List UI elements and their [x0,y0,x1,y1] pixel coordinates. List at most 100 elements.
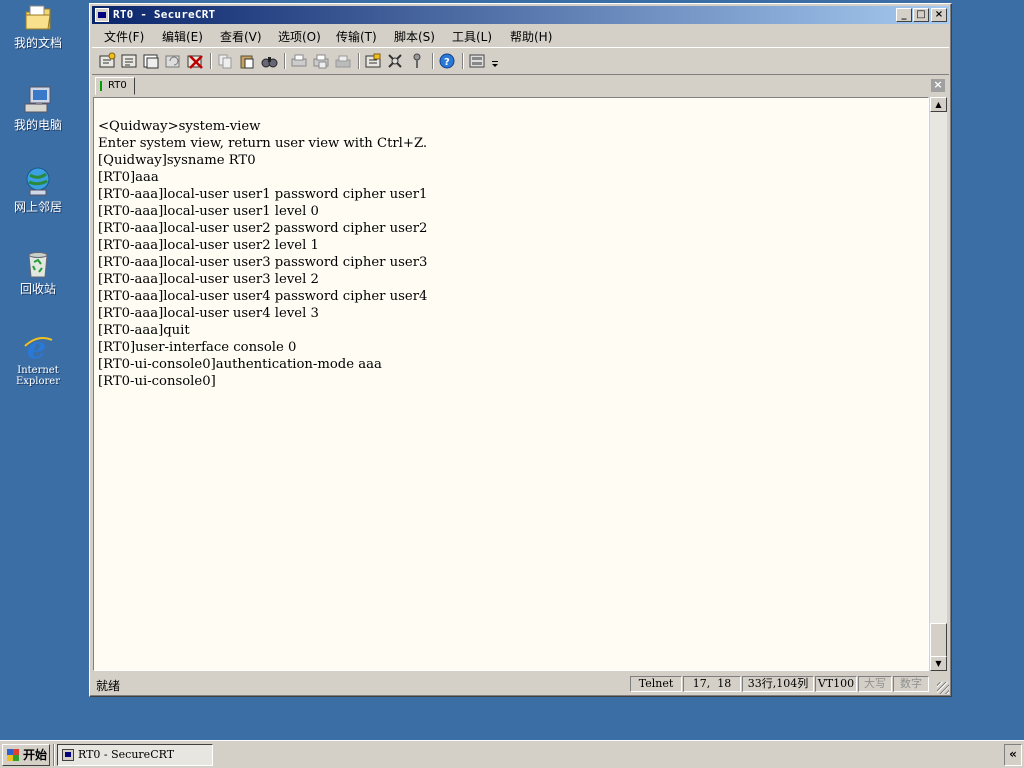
taskbar-item-label: RT0 - SecureCRT [78,748,175,761]
global-options-icon[interactable] [386,52,404,70]
terminal-line: Enter system view, return user view with… [98,136,428,151]
my-computer-icon [22,84,54,116]
terminal-line: <Quidway>system-view [98,119,261,134]
status-emulation: VT100 [815,676,857,692]
menu-help[interactable]: 帮助(H) [510,28,552,45]
find-icon[interactable] [260,52,278,70]
terminal-line: [RT0-ui-console0] [98,374,216,389]
tab-close-button[interactable]: × [931,79,945,92]
terminal-line: [RT0-aaa]local-user user4 password ciphe… [98,289,428,304]
internet-explorer-icon: e [22,330,54,366]
app-icon [95,8,109,22]
connect-icon[interactable] [98,52,116,70]
scroll-thumb[interactable] [930,623,947,657]
terminal-line: [RT0-aaa]local-user user2 level 1 [98,238,319,253]
session-tab-bar: RT0 × [92,74,949,97]
terminal-line: [RT0-aaa]local-user user3 password ciphe… [98,255,428,270]
sftp-icon[interactable] [468,52,486,70]
key-generator-icon[interactable] [408,52,426,70]
terminal-line: [RT0-aaa]quit [98,323,190,338]
toolbar-separator [210,53,212,69]
title-bar[interactable]: RT0 - SecureCRT _ □ × [92,6,949,24]
toolbar-separator [358,53,360,69]
paste-icon[interactable] [238,52,256,70]
terminal-output[interactable]: <Quidway>system-view Enter system view, … [93,97,929,671]
terminal-line: [RT0-ui-console0]authentication-mode aaa [98,357,382,372]
windows-logo-icon [7,749,19,761]
reconnect-icon[interactable] [164,52,182,70]
terminal-line: [RT0-aaa]local-user user3 level 2 [98,272,319,287]
quick-connect-icon[interactable] [120,52,138,70]
desktop-icon-label: 网上邻居 [13,200,62,214]
menu-file[interactable]: 文件(F) [104,28,144,45]
securecrt-icon [62,749,74,761]
session-options-icon[interactable] [364,52,382,70]
start-label: 开始 [23,748,48,762]
toolbar: ? [92,47,949,74]
toolbar-separator [284,53,286,69]
desktop-icon-label: 我的电脑 [13,118,62,132]
status-num-lock: 数字 [893,676,929,692]
taskbar-item-securecrt[interactable]: RT0 - SecureCRT [57,744,213,766]
desktop-icon-internet-explorer[interactable]: e Internet Explorer [6,330,70,387]
terminal-text: <Quidway>system-view Enter system view, … [98,118,427,390]
terminal-line: [RT0-aaa]local-user user4 level 3 [98,306,319,321]
terminal-line: [RT0-aaa]local-user user2 password ciphe… [98,221,428,236]
terminal-line: [Quidway]sysname RT0 [98,153,256,168]
recycle-bin-icon [22,248,54,280]
svg-text:e: e [27,331,46,362]
menu-script[interactable]: 脚本(S) [394,28,435,45]
start-button[interactable]: 开始 [2,744,50,766]
terminal-line: [RT0]aaa [98,170,159,185]
securecrt-window: RT0 - SecureCRT _ □ × 文件(F) 编辑(E) 查看(V) … [89,3,952,697]
desktop-icon-recycle-bin[interactable]: 回收站 [6,248,70,296]
terminal-line: [RT0-aaa]local-user user1 level 0 [98,204,319,219]
menu-view[interactable]: 查看(V) [220,28,262,45]
my-documents-folder-icon [22,2,54,34]
resize-grip-icon[interactable] [937,682,949,694]
taskbar-separator [53,744,55,766]
menu-edit[interactable]: 编辑(E) [162,28,203,45]
network-places-icon [22,166,54,198]
menu-tools[interactable]: 工具(L) [452,28,492,45]
desktop-icon-my-documents[interactable]: 我的文档 [6,2,70,50]
status-protocol: Telnet [630,676,682,692]
terminal-line: [RT0-aaa]local-user user1 password ciphe… [98,187,428,202]
toolbar-separator [462,53,464,69]
menu-options[interactable]: 选项(O) [278,28,321,45]
connect-in-tab-icon[interactable] [142,52,160,70]
scroll-down-icon[interactable]: ▼ [930,656,947,671]
copy-icon[interactable] [216,52,234,70]
minimize-button[interactable]: _ [896,8,912,22]
tab-label: RT0 [108,80,127,91]
desktop-icon-network[interactable]: 网上邻居 [6,166,70,214]
disconnect-icon[interactable] [186,52,204,70]
maximize-button[interactable]: □ [913,8,929,22]
desktop-icon-label: 回收站 [19,282,56,296]
status-ready: 就绪 [96,679,121,693]
svg-text:?: ? [444,57,450,68]
desktop-icon-label: Internet Explorer [15,365,61,387]
toolbar-separator [432,53,434,69]
scroll-up-icon[interactable]: ▲ [930,97,947,112]
vertical-scrollbar[interactable]: ▲ ▼ [930,97,947,671]
desktop-icon-my-computer[interactable]: 我的电脑 [6,84,70,132]
taskbar: 开始 RT0 - SecureCRT « [0,740,1024,768]
terminal-line: [RT0]user-interface console 0 [98,340,297,355]
close-button[interactable]: × [931,8,947,22]
desktop-icon-label: 我的文档 [13,36,62,50]
window-title: RT0 - SecureCRT [113,8,216,21]
print-setup-icon[interactable] [334,52,352,70]
print-selection-icon[interactable] [312,52,330,70]
menu-transfer[interactable]: 传输(T) [336,28,377,45]
tray-expand-icon[interactable]: « [1004,744,1022,766]
status-cursor-position: 17, 18 [683,676,741,692]
print-icon[interactable] [290,52,308,70]
tab-rt0[interactable]: RT0 [95,77,135,95]
help-icon[interactable]: ? [438,52,456,70]
connected-status-icon [100,81,102,91]
menu-bar: 文件(F) 编辑(E) 查看(V) 选项(O) 传输(T) 脚本(S) 工具(L… [92,25,949,45]
status-caps-lock: 大写 [858,676,892,692]
status-terminal-size: 33行,104列 [742,676,814,692]
toolbar-overflow-icon[interactable] [490,52,500,70]
